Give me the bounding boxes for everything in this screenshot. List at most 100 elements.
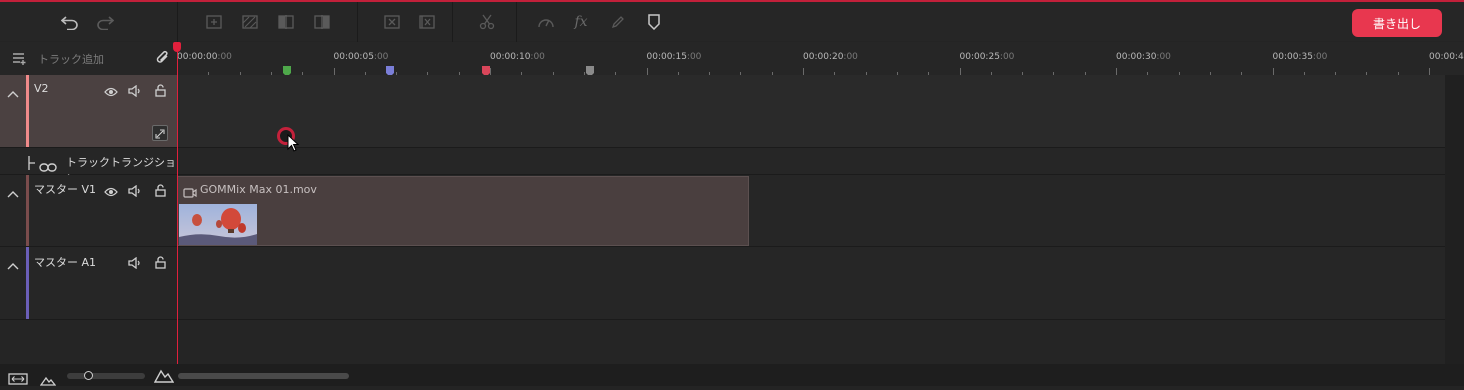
- toolbar: fx 書き出し: [0, 0, 1464, 43]
- edit-icon[interactable]: [606, 10, 630, 34]
- fx-icon[interactable]: fx: [569, 10, 593, 34]
- timecode-frames: :00: [530, 52, 545, 62]
- chevron-up-icon[interactable]: [7, 83, 19, 102]
- playhead-handle[interactable]: [173, 42, 181, 52]
- timeline-marker[interactable]: [386, 62, 394, 77]
- add-clip-icon[interactable]: [202, 10, 226, 34]
- export-button[interactable]: 書き出し: [1352, 9, 1442, 37]
- ruler-tick: [1116, 68, 1117, 75]
- speed-icon[interactable]: [534, 10, 558, 34]
- timecode-frames: :00: [373, 52, 389, 62]
- speaker-icon[interactable]: [128, 182, 142, 201]
- track-name: マスター V1: [34, 183, 97, 196]
- track-color-strip: [26, 247, 29, 319]
- unlock-icon[interactable]: [155, 182, 166, 201]
- clip-thumbnail: [179, 204, 257, 245]
- remove-gap-icon[interactable]: [415, 10, 439, 34]
- add-track-icon[interactable]: [12, 51, 28, 70]
- link-icon[interactable]: [39, 157, 57, 176]
- eye-icon[interactable]: [104, 182, 118, 201]
- timecode-label: 00:00:30:00: [1116, 52, 1171, 62]
- attach-icon[interactable]: [155, 50, 171, 70]
- toolbar-divider: [177, 2, 178, 43]
- mouse-cursor-icon: [287, 133, 300, 156]
- empty-lane: [0, 320, 1445, 364]
- timecode-main: 00:00:30: [1116, 52, 1157, 62]
- timecode-main: 00:00:15: [646, 52, 687, 62]
- ruler-tick: [1429, 68, 1430, 75]
- timecode-frames: :00: [999, 52, 1015, 62]
- track-name: V2: [34, 82, 49, 95]
- timecode-frames: :00: [1312, 52, 1328, 62]
- redo-icon[interactable]: [93, 10, 117, 34]
- timecode-label: 00:00:05:00: [334, 52, 389, 62]
- unlock-icon[interactable]: [155, 254, 166, 273]
- horizontal-scrollbar-thumb[interactable]: [178, 373, 349, 379]
- timeline-marker[interactable]: [482, 62, 490, 77]
- zoom-in-mountain-icon[interactable]: [153, 368, 175, 387]
- timecode-main: 00:00:35: [1272, 52, 1313, 62]
- timecode-main: 00:00:25: [959, 52, 1000, 62]
- undo-icon[interactable]: [58, 10, 82, 34]
- zoom-out-mountain-icon[interactable]: [39, 371, 57, 390]
- timecode-main: 00:00:40: [1429, 52, 1464, 62]
- timeline-marker[interactable]: [586, 62, 594, 77]
- video-clip[interactable]: GOMMix Max 01.mov: [177, 176, 749, 246]
- timecode-label: 00:00:20:00: [803, 52, 858, 62]
- ruler-tick: [646, 68, 648, 75]
- ruler-tick: [1272, 68, 1274, 75]
- video-camera-icon: [183, 183, 197, 202]
- track-lane-a1[interactable]: [177, 247, 1445, 320]
- timecode-frames: :00: [686, 52, 702, 62]
- unlock-icon[interactable]: [155, 82, 166, 101]
- speaker-icon[interactable]: [128, 254, 142, 273]
- timecode-label: 00:00:00:00: [177, 52, 232, 62]
- ruler-tick: [490, 68, 491, 75]
- split-right-icon[interactable]: [310, 10, 334, 34]
- timecode-label: 00:00:10:00: [490, 52, 545, 62]
- timecode-label: 00:00:15:00: [647, 52, 702, 62]
- timecode-label: 00:00:25:00: [960, 52, 1015, 62]
- timecode-main: 00:00:05: [333, 52, 374, 62]
- chevron-up-icon[interactable]: [7, 183, 19, 202]
- track-header-v2[interactable]: V2: [0, 75, 177, 148]
- ruler-tick: [333, 68, 335, 75]
- ruler-tick: [803, 68, 804, 75]
- eye-icon[interactable]: [104, 82, 118, 101]
- playhead-line[interactable]: [177, 42, 178, 364]
- remove-icon[interactable]: [380, 10, 404, 34]
- timeline-marker[interactable]: [283, 62, 291, 77]
- timecode-label: 00:00:35:00: [1273, 52, 1328, 62]
- timecode-frames: :00: [217, 52, 232, 62]
- zoom-slider-track[interactable]: [67, 373, 145, 379]
- timecode-frames: :00: [843, 52, 858, 62]
- timecode-main: 00:00:00: [177, 52, 218, 62]
- delete-region-icon[interactable]: [238, 10, 262, 34]
- chevron-up-icon[interactable]: [7, 255, 19, 274]
- track-lane-v2[interactable]: [177, 75, 1445, 148]
- fit-width-icon[interactable]: [8, 370, 28, 389]
- vertical-scrollbar[interactable]: [1445, 75, 1464, 364]
- track-header-v1[interactable]: マスター V1: [0, 175, 177, 247]
- timeline-ruler[interactable]: 00:00:00:00 00:00:05:00 00:00:10:00 00:00:1…: [177, 42, 1464, 77]
- track-color-strip: [26, 175, 29, 246]
- marker-icon[interactable]: [642, 10, 666, 34]
- track-name: マスター A1: [34, 256, 97, 269]
- zoom-slider-handle[interactable]: [84, 371, 93, 380]
- speaker-icon[interactable]: [128, 82, 142, 101]
- timecode-main: 00:00:20: [803, 52, 844, 62]
- toolbar-divider: [357, 2, 358, 43]
- clip-title: GOMMix Max 01.mov: [200, 183, 317, 196]
- transition-bracket-icon: [28, 155, 36, 174]
- track-header-transition[interactable]: トラックトランジション: [0, 148, 177, 185]
- cut-icon[interactable]: [475, 10, 499, 34]
- timecode-frames: :00: [1156, 52, 1171, 62]
- track-lane-transition[interactable]: [177, 148, 1445, 175]
- track-color-strip: [26, 75, 29, 147]
- track-header-a1[interactable]: マスター A1: [0, 247, 177, 320]
- timecode-label: 00:00:40: [1429, 52, 1464, 62]
- toolbar-divider: [516, 2, 517, 43]
- split-left-icon[interactable]: [274, 10, 298, 34]
- link-toggle-icon[interactable]: [152, 125, 168, 141]
- add-track-bar[interactable]: トラック追加: [0, 42, 177, 76]
